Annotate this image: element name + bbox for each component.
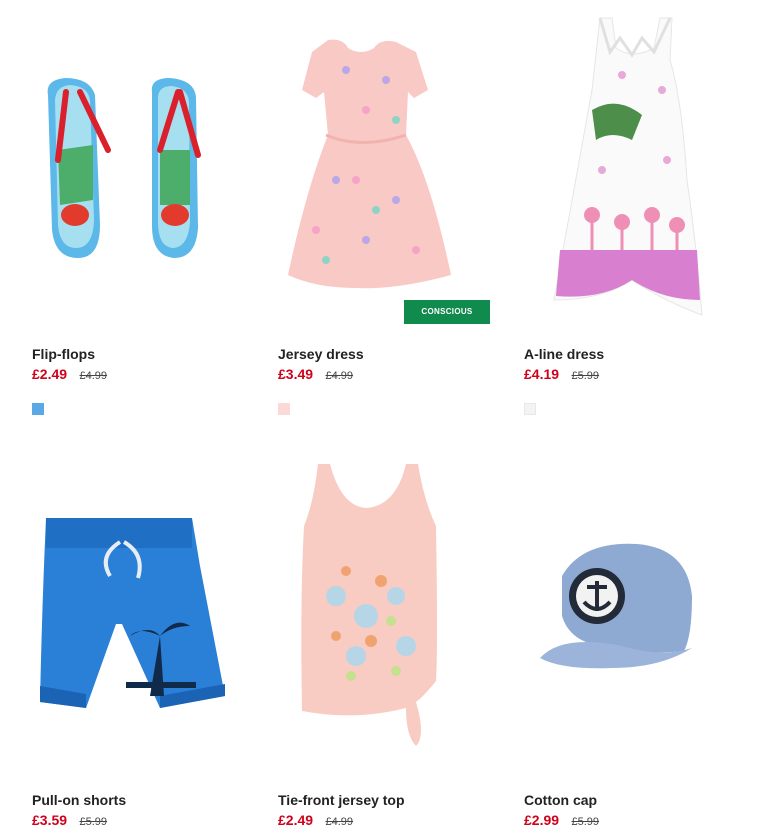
original-price: £4.99 — [325, 370, 354, 382]
original-price: £5.99 — [79, 816, 108, 828]
product-name[interactable]: Tie-front jersey top — [278, 792, 405, 808]
original-price: £4.99 — [325, 816, 354, 828]
original-price: £5.99 — [571, 816, 600, 828]
color-swatch[interactable] — [278, 403, 290, 415]
original-price: £5.99 — [571, 370, 600, 382]
product-name[interactable]: Jersey dress — [278, 346, 364, 362]
conscious-badge: CONSCIOUS — [404, 300, 490, 324]
sale-price: £2.49 — [278, 812, 314, 828]
sale-price: £3.59 — [32, 812, 68, 828]
product-prices: £4.19 £5.99 — [524, 366, 599, 384]
product-prices: £2.49 £4.99 — [32, 366, 107, 384]
color-swatch[interactable] — [524, 403, 536, 415]
jersey-dress-image[interactable] — [246, 0, 476, 330]
a-line-dress-image[interactable] — [492, 0, 722, 330]
original-price: £4.99 — [79, 370, 108, 382]
tie-front-top-image[interactable] — [246, 446, 476, 776]
product-name[interactable]: A-line dress — [524, 346, 604, 362]
product-prices: £3.49 £4.99 — [278, 366, 353, 384]
product-name[interactable]: Flip-flops — [32, 346, 95, 362]
product-grid: Flip-flops £2.49 £4.99 CONSCIOUS Jersey … — [0, 0, 760, 840]
cotton-cap-image[interactable] — [492, 446, 722, 776]
flip-flops-image[interactable] — [0, 0, 230, 330]
sale-price: £2.49 — [32, 366, 68, 382]
sale-price: £3.49 — [278, 366, 314, 382]
product-prices: £2.49 £4.99 — [278, 812, 353, 830]
pull-on-shorts-image[interactable] — [0, 446, 230, 776]
color-swatch[interactable] — [32, 403, 44, 415]
product-name[interactable]: Cotton cap — [524, 792, 597, 808]
product-prices: £3.59 £5.99 — [32, 812, 107, 830]
product-name[interactable]: Pull-on shorts — [32, 792, 126, 808]
sale-price: £2.99 — [524, 812, 560, 828]
sale-price: £4.19 — [524, 366, 560, 382]
product-prices: £2.99 £5.99 — [524, 812, 599, 830]
